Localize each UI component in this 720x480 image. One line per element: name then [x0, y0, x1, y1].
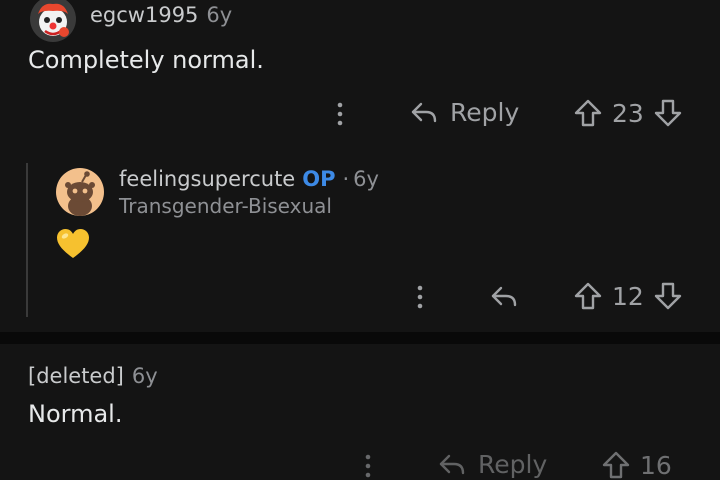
comment-timestamp: 6y	[206, 3, 233, 27]
comment-author[interactable]: feelingsupercute	[119, 167, 295, 191]
more-vertical-icon	[337, 102, 343, 126]
downvote-icon[interactable]	[654, 281, 682, 311]
comment-timestamp: 6y	[131, 364, 158, 388]
reply-button[interactable]	[490, 284, 518, 310]
clown-avatar-icon	[30, 0, 76, 42]
reply-label: Reply	[478, 450, 548, 479]
thread-line[interactable]	[26, 163, 28, 317]
reply-button[interactable]: Reply	[410, 98, 519, 127]
comment-timestamp: 6y	[353, 167, 379, 191]
reply-icon	[439, 454, 465, 474]
vote-score: 12	[612, 281, 644, 311]
reply-icon	[411, 102, 437, 122]
reply-label: Reply	[450, 98, 520, 127]
vote-score: 23	[612, 98, 644, 128]
more-options-button[interactable]	[330, 100, 350, 128]
comment-body: Normal.	[28, 400, 123, 428]
more-vertical-icon	[365, 454, 371, 478]
upvote-icon[interactable]	[574, 98, 602, 128]
upvote-icon[interactable]	[602, 450, 630, 480]
comment-author[interactable]: egcw1995	[90, 3, 198, 27]
thread-divider	[0, 332, 720, 344]
upvote-icon[interactable]	[574, 281, 602, 311]
yellow-heart-emoji	[57, 229, 89, 258]
reply-icon	[491, 286, 517, 307]
reply-button[interactable]: Reply	[438, 450, 547, 479]
more-vertical-icon	[417, 285, 423, 309]
more-options-button[interactable]	[410, 283, 430, 311]
downvote-icon[interactable]	[654, 98, 682, 128]
separator-dot: ·	[342, 167, 350, 191]
avatar-egcw1995[interactable]	[30, 0, 76, 42]
flair-text: Transgender-Bisexual	[119, 194, 332, 218]
op-badge: OP	[302, 167, 336, 191]
snoo-avatar-icon	[56, 168, 104, 216]
comment-body: Completely normal.	[28, 46, 264, 74]
avatar-feelingsupercute[interactable]	[56, 168, 104, 216]
user-flair: Transgender-Bisexual	[119, 194, 332, 218]
vote-score: 16	[640, 450, 672, 480]
comment-author: [deleted]	[28, 364, 124, 388]
comment-body	[56, 228, 90, 260]
more-options-button[interactable]	[358, 452, 378, 480]
